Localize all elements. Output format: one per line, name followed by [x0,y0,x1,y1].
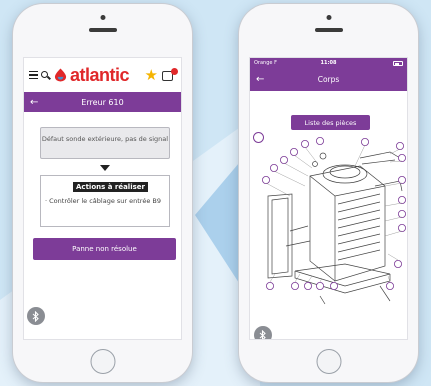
status-time: 11:08 [320,60,337,66]
atlantic-logo-icon [54,68,67,82]
liste-des-pieces-button[interactable]: Liste des pièces [291,115,370,130]
right-screen: Orange F 11:08 ← Corps Liste des pièces [249,57,408,340]
actions-panel: Actions à réaliser · Contrôler le câblag… [40,175,170,227]
home-button[interactable] [316,349,341,374]
hamburger-icon[interactable] [29,70,38,80]
triangle-down-icon [100,165,110,171]
home-button[interactable] [90,349,115,374]
actions-text: · Contrôler le câblage sur entrée B9 [45,197,162,205]
earpiece [88,28,117,32]
page-title: Corps [317,75,340,84]
page-title: Erreur 610 [81,97,124,107]
front-camera [326,15,331,20]
bluetooth-button[interactable] [254,326,272,339]
cart-icon[interactable] [162,67,178,82]
back-arrow-icon[interactable]: ← [30,92,38,112]
header-bar: ← Erreur 610 [24,92,181,112]
phone-left: atlantic ★ ← Erreur 610 Défaut sonde ext… [13,4,192,382]
status-bar: Orange F 11:08 [250,58,407,68]
panne-non-resolue-button[interactable]: Panne non résolue [33,238,176,260]
battery-icon [393,60,403,66]
star-icon[interactable]: ★ [145,67,158,83]
bluetooth-icon [259,329,266,339]
earpiece [314,28,343,32]
error-message: Défaut sonde extérieure, pas de signal [41,135,169,143]
bluetooth-icon [32,310,39,322]
exploded-parts-diagram [261,137,406,305]
bluetooth-button[interactable] [27,307,45,325]
brand-bar: atlantic ★ [24,58,181,92]
left-screen: atlantic ★ ← Erreur 610 Défaut sonde ext… [23,57,182,340]
back-arrow-icon[interactable]: ← [256,68,264,91]
error-message-box: Défaut sonde extérieure, pas de signal [40,127,170,159]
front-camera [100,15,105,20]
brand-name: atlantic [70,65,130,85]
search-icon[interactable] [41,70,51,80]
header-bar: ← Corps [250,68,407,91]
phone-right: Orange F 11:08 ← Corps Liste des pièces [239,4,418,382]
actions-title: Actions à réaliser [73,182,148,192]
carrier-text: Orange F [254,60,277,66]
